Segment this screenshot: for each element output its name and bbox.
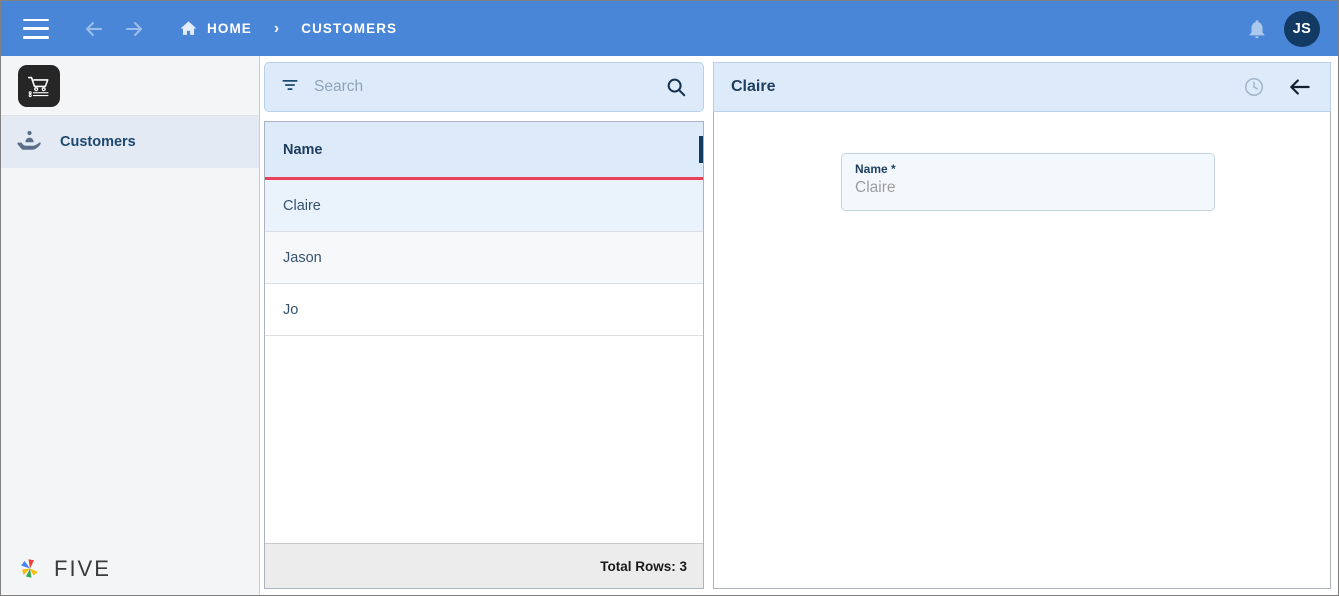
sidebar-item-label: Customers [60, 134, 136, 150]
detail-header-actions [1243, 74, 1313, 100]
bell-glyph [1249, 19, 1265, 38]
search-icon[interactable] [665, 76, 687, 98]
column-resize-handle[interactable] [699, 136, 703, 163]
search-bar[interactable] [264, 62, 704, 112]
customer-list-panel: Name Claire Jason Jo Total R [260, 56, 710, 595]
grid-header-row: Name [265, 122, 703, 180]
cell-name: Jo [283, 301, 299, 318]
main-body: Customers FIVE Search Name Claire Jason … [1, 56, 1338, 595]
arrow-left-icon [1290, 79, 1310, 95]
customer-grid: Name Claire Jason Jo Total Rows: 3 [264, 121, 704, 589]
hamburger-menu-icon[interactable] [23, 18, 49, 39]
customer-detail-panel: Claire Name * Claire [710, 56, 1338, 595]
column-header-name[interactable]: Name [283, 142, 323, 158]
table-row[interactable]: Jo [265, 284, 703, 336]
cell-name: Jason [283, 249, 322, 266]
detail-form-area: Name * [713, 112, 1331, 589]
breadcrumb-home[interactable]: HOME [207, 21, 252, 36]
clock-history-icon[interactable] [1243, 76, 1265, 98]
sidebar-brand-footer: FIVE [1, 543, 259, 595]
customer-glyph [17, 130, 41, 150]
notification-bell-icon[interactable] [1246, 18, 1268, 40]
magnifier-glyph [667, 78, 686, 97]
detail-title: Claire [731, 78, 776, 95]
table-row[interactable]: Claire [265, 180, 703, 232]
brand-name: FIVE [54, 556, 111, 581]
arrow-right-icon [126, 21, 142, 36]
home-icon[interactable] [179, 19, 198, 38]
total-rows-label: Total Rows: 3 [600, 558, 687, 574]
breadcrumb-separator: › [273, 19, 280, 37]
grid-rows: Claire Jason Jo [265, 180, 703, 543]
user-avatar[interactable]: JS [1284, 10, 1320, 47]
sidebar-item-customers[interactable]: Customers [1, 116, 259, 168]
application-window: HOME › CUSTOMERS JS Customers FIVE Searc… [0, 0, 1339, 596]
clock-glyph [1244, 77, 1264, 97]
top-navigation-bar: HOME › CUSTOMERS JS [1, 1, 1338, 56]
shopping-cart-icon [18, 64, 60, 107]
table-row[interactable]: Jason [265, 232, 703, 284]
sidebar-app-logo[interactable] [1, 56, 259, 116]
search-input[interactable] [314, 78, 665, 96]
home-glyph [180, 21, 197, 35]
breadcrumb: HOME › CUSTOMERS [179, 19, 397, 38]
top-bar-actions: JS [1246, 10, 1320, 47]
grid-footer: Total Rows: 3 [265, 543, 703, 588]
name-field-label: Name * [855, 162, 896, 176]
cart-glyph [27, 76, 49, 97]
navigate-back-button[interactable] [77, 12, 111, 46]
cell-name: Claire [283, 197, 321, 214]
sidebar: Customers FIVE [1, 56, 260, 595]
filter-glyph [282, 79, 298, 90]
name-field-wrapper[interactable]: Name * [841, 153, 1215, 211]
breadcrumb-customers[interactable]: CUSTOMERS [301, 21, 397, 36]
name-field-input[interactable] [855, 179, 1197, 197]
customer-support-icon [15, 126, 43, 159]
detail-header: Claire [713, 62, 1331, 112]
arrow-left-icon [86, 21, 102, 36]
navigate-forward-button[interactable] [117, 12, 151, 46]
five-pinwheel-icon [21, 559, 38, 578]
detail-back-button[interactable] [1287, 74, 1313, 100]
filter-icon[interactable] [280, 75, 300, 100]
